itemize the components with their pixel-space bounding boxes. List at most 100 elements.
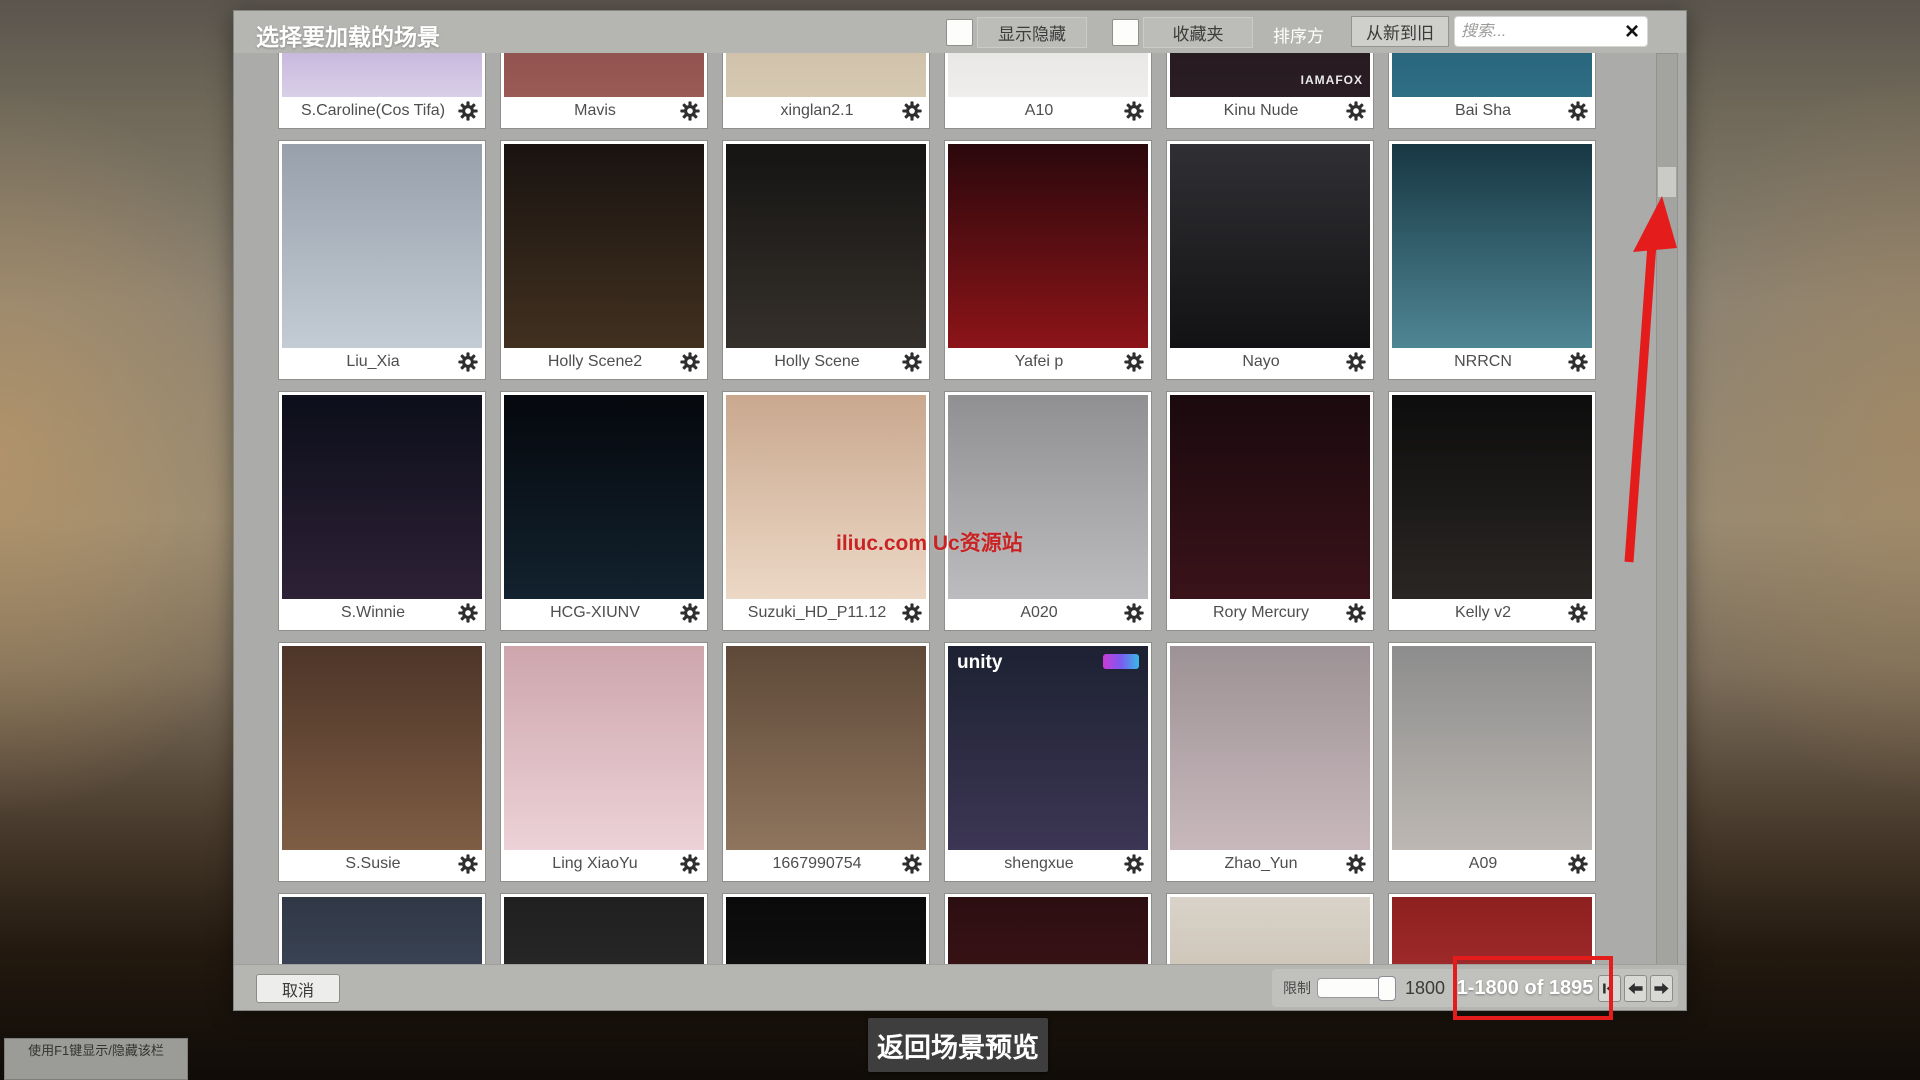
gear-icon[interactable] xyxy=(901,853,923,875)
first-page-button[interactable] xyxy=(1598,974,1621,1002)
gear-icon[interactable] xyxy=(1123,602,1145,624)
gear-icon[interactable] xyxy=(679,351,701,373)
scene-card[interactable]: xinglan2.1 xyxy=(722,53,930,129)
scene-thumbnail[interactable] xyxy=(948,144,1148,349)
gear-icon[interactable] xyxy=(1567,351,1589,373)
search-input[interactable] xyxy=(1461,22,1623,41)
gear-icon[interactable] xyxy=(457,602,479,624)
scene-thumbnail[interactable] xyxy=(504,53,704,98)
show-hidden-label[interactable]: 显示隐藏 xyxy=(977,16,1087,48)
limit-slider[interactable] xyxy=(1317,976,1396,1001)
scene-thumbnail[interactable] xyxy=(726,144,926,349)
scene-card[interactable]: A10 xyxy=(944,53,1152,129)
scene-card[interactable]: IAMAFOX Kinu Nude xyxy=(1166,53,1374,129)
scene-thumbnail[interactable] xyxy=(282,646,482,851)
scene-card[interactable] xyxy=(1388,893,1596,966)
scene-card[interactable] xyxy=(1166,893,1374,966)
scene-card[interactable]: Suzuki_HD_P11.12 xyxy=(722,391,930,631)
gear-icon[interactable] xyxy=(1123,351,1145,373)
gear-icon[interactable] xyxy=(901,351,923,373)
limit-slider-thumb[interactable] xyxy=(1378,976,1396,1001)
sort-order-button[interactable]: 从新到旧 xyxy=(1351,16,1449,47)
gear-icon[interactable] xyxy=(457,853,479,875)
scene-thumbnail[interactable] xyxy=(282,144,482,349)
scene-thumbnail[interactable] xyxy=(1170,144,1370,349)
scene-card[interactable] xyxy=(944,893,1152,966)
prev-page-button[interactable] xyxy=(1624,974,1647,1002)
scene-thumbnail[interactable] xyxy=(948,395,1148,600)
scene-thumbnail[interactable] xyxy=(726,646,926,851)
scene-card[interactable]: HCG-XIUNV xyxy=(500,391,708,631)
scene-card[interactable]: Holly Scene2 xyxy=(500,140,708,380)
gear-icon[interactable] xyxy=(901,602,923,624)
gear-icon[interactable] xyxy=(679,602,701,624)
scene-thumbnail[interactable] xyxy=(504,897,704,966)
scene-card[interactable] xyxy=(278,893,486,966)
grid-scrollbar[interactable] xyxy=(1656,53,1678,966)
gear-icon[interactable] xyxy=(1567,602,1589,624)
scene-card[interactable] xyxy=(722,893,930,966)
scene-thumbnail[interactable] xyxy=(1392,646,1592,851)
scene-thumbnail[interactable] xyxy=(504,646,704,851)
scene-thumbnail[interactable] xyxy=(1392,53,1592,98)
gear-icon[interactable] xyxy=(679,853,701,875)
scene-card[interactable]: Mavis xyxy=(500,53,708,129)
next-page-button[interactable] xyxy=(1650,974,1673,1002)
scene-thumbnail[interactable] xyxy=(726,395,926,600)
scene-card[interactable]: Bai Sha xyxy=(1388,53,1596,129)
return-scene-preview-button[interactable]: 返回场景预览 xyxy=(868,1018,1048,1072)
scene-thumbnail[interactable] xyxy=(504,395,704,600)
gear-icon[interactable] xyxy=(679,100,701,122)
scene-card[interactable] xyxy=(500,893,708,966)
scene-thumbnail[interactable] xyxy=(1392,144,1592,349)
scene-thumbnail[interactable] xyxy=(1392,897,1592,966)
gear-icon[interactable] xyxy=(901,100,923,122)
gear-icon[interactable] xyxy=(1567,100,1589,122)
gear-icon[interactable] xyxy=(1345,100,1367,122)
scene-card[interactable]: A09 xyxy=(1388,642,1596,882)
scene-thumbnail[interactable] xyxy=(282,395,482,600)
show-hidden-toggle[interactable]: 显示隐藏 xyxy=(946,16,1087,48)
scene-thumbnail[interactable] xyxy=(726,897,926,966)
scene-thumbnail[interactable] xyxy=(948,897,1148,966)
scene-card[interactable]: Zhao_Yun xyxy=(1166,642,1374,882)
favorites-toggle[interactable]: 收藏夹 xyxy=(1112,16,1253,48)
scene-card[interactable]: Nayo xyxy=(1166,140,1374,380)
scene-thumbnail[interactable] xyxy=(282,53,482,98)
scene-card[interactable]: A020 xyxy=(944,391,1152,631)
scrollbar-thumb[interactable] xyxy=(1658,167,1676,197)
scene-card[interactable]: unity shengxue xyxy=(944,642,1152,882)
scene-thumbnail[interactable] xyxy=(1170,897,1370,966)
gear-icon[interactable] xyxy=(1345,602,1367,624)
scene-thumbnail[interactable] xyxy=(504,144,704,349)
gear-icon[interactable] xyxy=(457,100,479,122)
scene-card[interactable]: S.Caroline(Cos Tifa) xyxy=(278,53,486,129)
scene-card[interactable]: NRRCN xyxy=(1388,140,1596,380)
gear-icon[interactable] xyxy=(1123,853,1145,875)
clear-search-icon[interactable]: × xyxy=(1623,19,1641,44)
scene-card[interactable]: 1667990754 xyxy=(722,642,930,882)
scene-thumbnail[interactable] xyxy=(282,897,482,966)
scene-thumbnail[interactable] xyxy=(948,53,1148,98)
scene-thumbnail[interactable]: unity xyxy=(948,646,1148,851)
scene-card[interactable]: Rory Mercury xyxy=(1166,391,1374,631)
scene-thumbnail[interactable] xyxy=(726,53,926,98)
cancel-button[interactable]: 取消 xyxy=(256,974,340,1003)
scene-card[interactable]: Liu_Xia xyxy=(278,140,486,380)
gear-icon[interactable] xyxy=(1345,853,1367,875)
scene-card[interactable]: Ling XiaoYu xyxy=(500,642,708,882)
scene-thumbnail[interactable] xyxy=(1392,395,1592,600)
gear-icon[interactable] xyxy=(457,351,479,373)
gear-icon[interactable] xyxy=(1567,853,1589,875)
favorites-label[interactable]: 收藏夹 xyxy=(1143,16,1253,48)
scene-card[interactable]: S.Winnie xyxy=(278,391,486,631)
show-hidden-checkbox[interactable] xyxy=(946,18,973,46)
scene-card[interactable]: Holly Scene xyxy=(722,140,930,380)
scene-card[interactable]: Yafei p xyxy=(944,140,1152,380)
scene-thumbnail[interactable]: IAMAFOX xyxy=(1170,53,1370,98)
favorites-checkbox[interactable] xyxy=(1112,18,1139,46)
scene-card[interactable]: S.Susie xyxy=(278,642,486,882)
search-box[interactable]: × xyxy=(1454,16,1648,47)
gear-icon[interactable] xyxy=(1345,351,1367,373)
scene-thumbnail[interactable] xyxy=(1170,646,1370,851)
